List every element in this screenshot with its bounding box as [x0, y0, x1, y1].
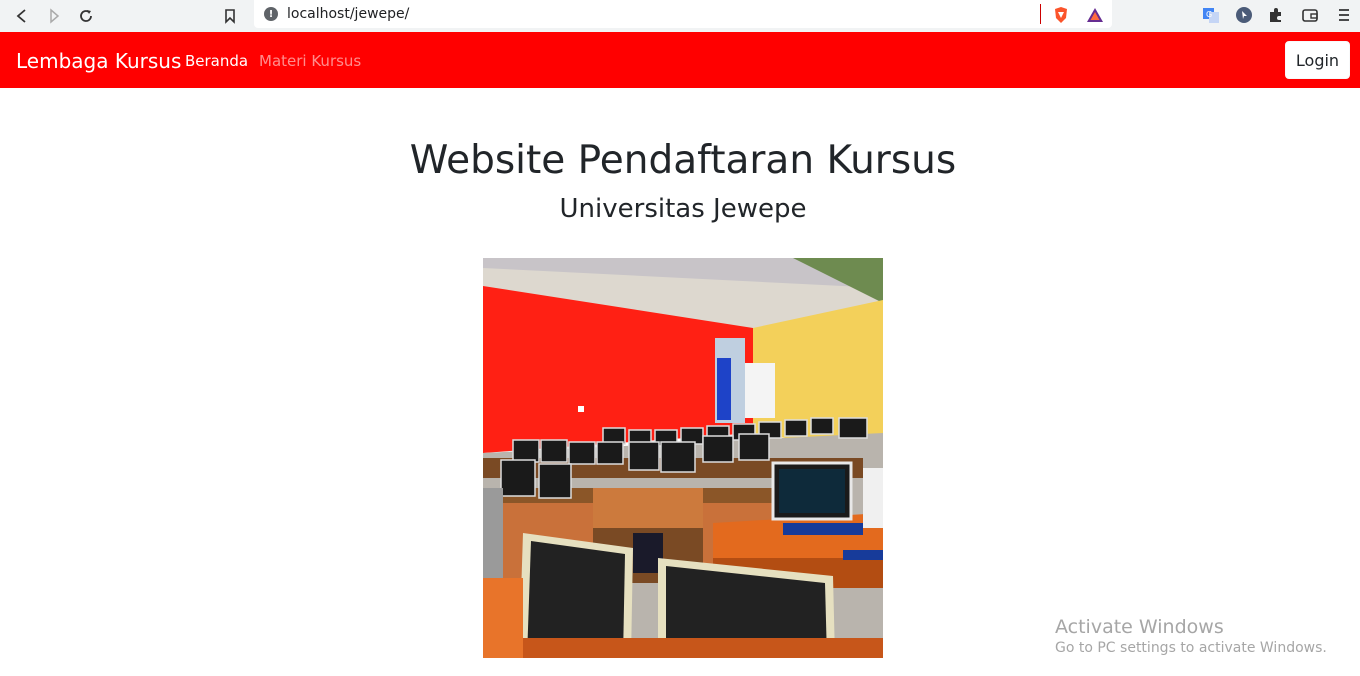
forward-arrow-icon[interactable]	[42, 4, 66, 28]
address-bar-divider	[1040, 4, 1041, 24]
computer-lab-photo	[483, 258, 883, 658]
url-text[interactable]: localhost/jewepe/	[287, 6, 409, 22]
brand-link[interactable]: Lembaga Kursus	[16, 49, 181, 73]
windows-activation-watermark: Activate Windows Go to PC settings to ac…	[1055, 616, 1327, 656]
back-arrow-icon[interactable]	[10, 4, 34, 28]
nav-link-materi-kursus[interactable]: Materi Kursus	[259, 52, 361, 70]
site-navbar: Lembaga Kursus Beranda Materi Kursus Log…	[0, 32, 1360, 88]
cursor-extension-icon[interactable]	[1233, 4, 1255, 26]
puzzle-icon[interactable]	[1265, 4, 1287, 26]
svg-text:G: G	[1206, 10, 1212, 19]
page-subtitle: Universitas Jewepe	[559, 194, 807, 224]
page-title: Website Pendaftaran Kursus	[409, 138, 957, 183]
login-button[interactable]: Login	[1285, 41, 1350, 79]
address-bar[interactable]: ! localhost/jewepe/	[254, 0, 1112, 28]
watermark-subtitle: Go to PC settings to activate Windows.	[1055, 640, 1327, 656]
watermark-title: Activate Windows	[1055, 616, 1224, 638]
nav-link-beranda[interactable]: Beranda	[185, 52, 248, 70]
menu-icon[interactable]	[1333, 4, 1355, 26]
brave-rewards-icon[interactable]	[1084, 4, 1106, 26]
wallet-icon[interactable]	[1299, 4, 1321, 26]
reload-icon[interactable]	[74, 4, 98, 28]
browser-toolbar: ! localhost/jewepe/ G	[0, 0, 1360, 32]
translate-icon[interactable]: G	[1200, 4, 1222, 26]
info-icon[interactable]: !	[264, 7, 278, 21]
brave-shield-icon[interactable]	[1050, 4, 1072, 26]
bookmark-icon[interactable]	[218, 4, 242, 28]
